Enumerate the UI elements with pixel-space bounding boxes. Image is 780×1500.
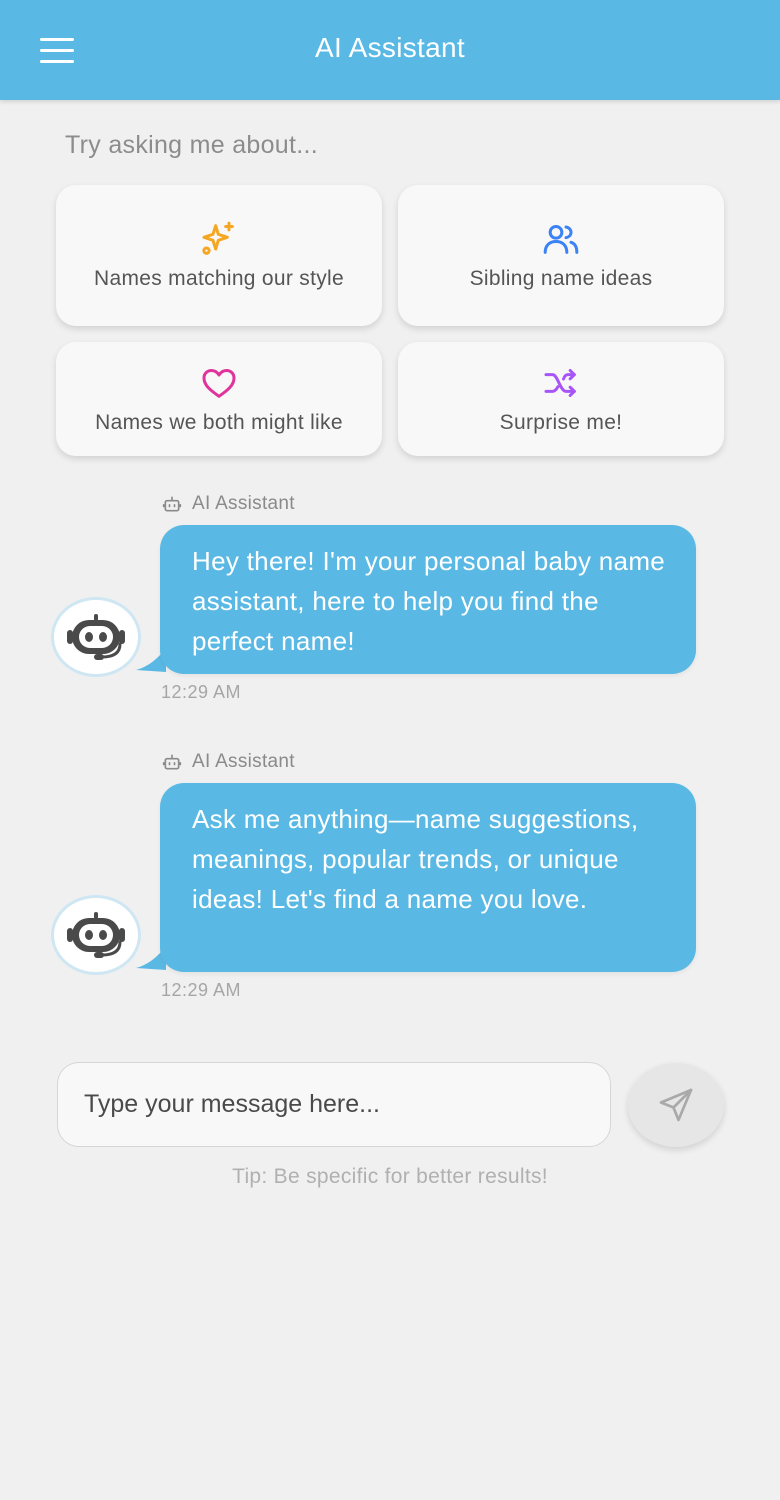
assistant-avatar <box>51 597 141 677</box>
message-bubble: Ask me anything—name suggestions, meanin… <box>160 783 696 972</box>
message-input-container <box>57 1062 611 1147</box>
page-title: AI Assistant <box>315 32 465 63</box>
message-sender: AI Assistant <box>162 751 295 773</box>
suggestion-card-siblings[interactable]: Sibling name ideas <box>398 185 724 326</box>
message-sender: AI Assistant <box>162 493 295 515</box>
suggestion-card-surprise[interactable]: Surprise me! <box>398 342 724 456</box>
bot-icon <box>162 752 182 772</box>
users-icon <box>541 219 581 259</box>
assistant-avatar <box>51 895 141 975</box>
message-input[interactable] <box>84 1090 584 1119</box>
suggestion-label: Sibling name ideas <box>469 267 653 290</box>
bot-icon <box>162 494 182 514</box>
robot-icon <box>67 912 125 958</box>
app-header: AI Assistant <box>0 0 780 100</box>
suggestion-label: Names matching our style <box>94 267 344 290</box>
suggestion-label: Surprise me! <box>499 410 623 434</box>
shuffle-icon <box>541 363 581 403</box>
heart-icon <box>199 363 239 403</box>
robot-icon <box>67 614 125 660</box>
send-button[interactable] <box>628 1063 724 1147</box>
message-time: 12:29 AM <box>161 980 242 1000</box>
sparkles-icon <box>199 219 239 259</box>
sender-name: AI Assistant <box>192 751 295 772</box>
tip-text: Tip: Be specific for better results! <box>232 1165 548 1188</box>
message-time: 12:29 AM <box>161 682 242 702</box>
suggestion-card-both-like[interactable]: Names we both might like <box>56 342 382 456</box>
suggestion-card-style[interactable]: Names matching our style <box>56 185 382 326</box>
suggestions-heading: Try asking me about... <box>65 131 318 159</box>
suggestion-label: Names we both might like <box>95 410 343 434</box>
send-icon <box>659 1088 693 1122</box>
sender-name: AI Assistant <box>192 493 295 514</box>
message-bubble: Hey there! I'm your personal baby name a… <box>160 525 696 674</box>
